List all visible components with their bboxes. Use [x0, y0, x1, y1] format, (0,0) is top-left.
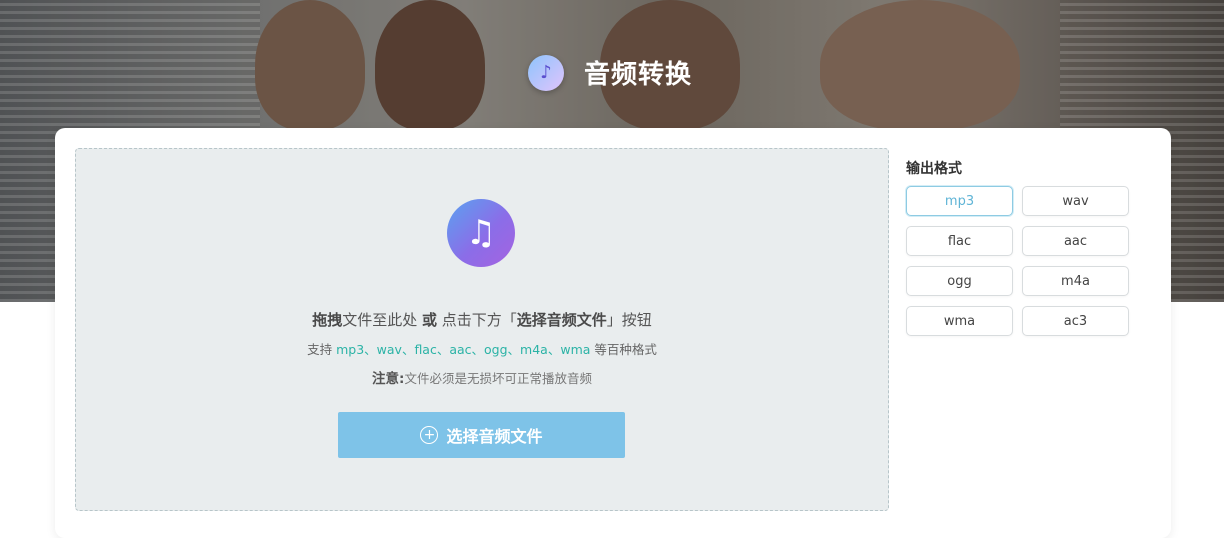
supported-formats-text: 支持 mp3、wav、flac、aac、ogg、m4a、wma 等百种格式 — [76, 339, 888, 358]
music-note-icon: ♫ — [447, 199, 515, 267]
format-option-aac[interactable]: aac — [1022, 226, 1129, 256]
note-text: 注意:文件必须是无损坏可正常播放音频 — [76, 367, 888, 387]
instruction-text-3: 」按钮 — [606, 311, 652, 329]
format-option-ac3[interactable]: ac3 — [1022, 306, 1129, 336]
instruction-or: 或 — [421, 311, 437, 329]
support-prefix: 支持 — [307, 342, 337, 357]
page-title: 音频转换 — [584, 60, 693, 90]
note-label: 注意: — [372, 371, 405, 387]
format-option-ogg[interactable]: ogg — [906, 266, 1013, 296]
instruction-text-2: 点击下方「 — [437, 311, 517, 329]
instruction-text-1: 文件至此处 — [342, 311, 422, 329]
support-formats: mp3、wav、flac、aac、ogg、m4a、wma — [336, 342, 591, 357]
select-audio-file-label: 选择音频文件 — [446, 427, 543, 446]
output-format-options: mp3 wav flac aac ogg m4a wma ac3 — [906, 186, 1129, 336]
dropzone-instruction: 拖拽文件至此处 或 点击下方「选择音频文件」按钮 — [76, 309, 888, 330]
format-option-wav[interactable]: wav — [1022, 186, 1129, 216]
plus-circle-icon: + — [420, 426, 439, 444]
audio-converter-logo-icon: ♪ — [528, 54, 564, 91]
instruction-drag: 拖拽 — [312, 311, 343, 329]
note-body: 文件必须是无损坏可正常播放音频 — [404, 371, 592, 386]
file-dropzone[interactable]: ♫ 拖拽文件至此处 或 点击下方「选择音频文件」按钮 支持 mp3、wav、fl… — [75, 148, 889, 511]
select-audio-file-button[interactable]: + 选择音频文件 — [338, 412, 625, 458]
support-suffix: 等百种格式 — [590, 342, 657, 357]
output-format-title: 输出格式 — [906, 161, 962, 177]
converter-card: ♫ 拖拽文件至此处 或 点击下方「选择音频文件」按钮 支持 mp3、wav、fl… — [55, 128, 1171, 538]
format-option-mp3[interactable]: mp3 — [906, 186, 1013, 216]
format-option-flac[interactable]: flac — [906, 226, 1013, 256]
brand: ♪ 音频转换 — [528, 54, 692, 91]
format-option-m4a[interactable]: m4a — [1022, 266, 1129, 296]
format-option-wma[interactable]: wma — [906, 306, 1013, 336]
instruction-button-name: 选择音频文件 — [516, 311, 607, 329]
